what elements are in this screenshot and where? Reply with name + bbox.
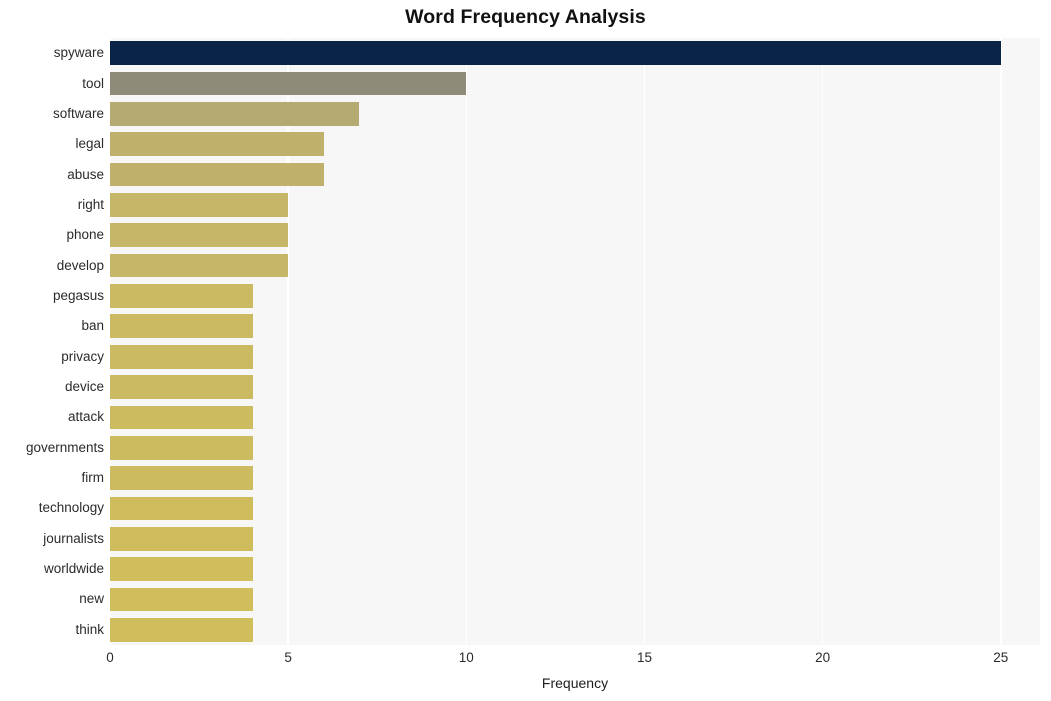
bar-row — [110, 526, 1040, 551]
y-axis-label-technology: technology — [38, 500, 104, 516]
y-axis-label-phone: phone — [66, 227, 104, 243]
bar-phone — [110, 223, 289, 248]
bar-abuse — [110, 162, 324, 187]
y-axis-label-governments: governments — [25, 439, 104, 455]
x-tick-label-10: 10 — [458, 650, 474, 665]
y-axis-label-right: right — [77, 196, 104, 212]
bar-row — [110, 344, 1040, 369]
bar-governments — [110, 435, 253, 460]
y-axis-label-tool: tool — [82, 75, 104, 91]
bar-think — [110, 617, 253, 642]
word-frequency-chart: Word Frequency Analysis spyware tool softw… — [0, 0, 1051, 701]
bar-row — [110, 557, 1040, 581]
bar-row — [110, 41, 1040, 65]
y-axis-label-privacy: privacy — [61, 348, 104, 364]
y-axis-label-new: new — [79, 591, 104, 607]
y-axis-label-develop: develop — [56, 257, 104, 273]
bar-row — [110, 193, 1040, 217]
bar-develop — [110, 253, 289, 278]
y-axis-label-software: software — [52, 105, 104, 121]
x-axis-line — [110, 645, 1040, 646]
bar-device — [110, 375, 253, 399]
bar-legal — [110, 132, 324, 157]
x-tick-label-5: 5 — [284, 650, 292, 665]
bar-row — [110, 314, 1040, 339]
y-axis-label-think: think — [75, 621, 104, 637]
y-axis-label-worldwide: worldwide — [43, 561, 104, 577]
bar-row — [110, 71, 1040, 96]
y-axis-label-abuse: abuse — [67, 166, 104, 182]
bar-row — [110, 587, 1040, 612]
bar-row — [110, 132, 1040, 157]
bar-technology — [110, 496, 253, 521]
bar-row — [110, 223, 1040, 248]
bar-row — [110, 102, 1040, 126]
bar-pegasus — [110, 284, 253, 308]
bar-row — [110, 435, 1040, 460]
bar-worldwide — [110, 557, 253, 581]
bar-right — [110, 193, 289, 217]
y-axis-labels: spyware tool software legal abuse right phone d… — [0, 38, 104, 645]
bar-row — [110, 162, 1040, 187]
x-axis-ticks: 0 5 10 15 20 25 — [0, 650, 1051, 672]
x-axis-title: Frequency — [541, 675, 609, 691]
bar-privacy — [110, 344, 253, 369]
bar-row — [110, 466, 1040, 490]
y-axis-label-firm: firm — [81, 470, 105, 486]
y-axis-label-spyware: spyware — [53, 45, 104, 61]
y-axis-label-device: device — [64, 379, 104, 395]
x-tick-label-20: 20 — [815, 650, 831, 665]
bar-software — [110, 102, 360, 126]
bar-ban — [110, 314, 253, 339]
bar-spyware — [110, 41, 1001, 65]
bar-row — [110, 496, 1040, 521]
bar-tool — [110, 71, 467, 96]
y-axis-label-ban: ban — [81, 318, 104, 334]
bars-layer — [110, 38, 1040, 645]
bar-new — [110, 587, 253, 612]
bar-row — [110, 375, 1040, 399]
plot-area — [110, 38, 1040, 645]
bar-row — [110, 405, 1040, 430]
y-axis-label-journalists: journalists — [43, 530, 104, 546]
bar-attack — [110, 405, 253, 430]
y-axis-label-pegasus: pegasus — [52, 287, 104, 303]
bar-journalists — [110, 526, 253, 551]
x-tick-label-25: 25 — [993, 650, 1009, 665]
bar-row — [110, 617, 1040, 642]
bar-firm — [110, 466, 253, 490]
bar-row — [110, 253, 1040, 278]
y-axis-label-attack: attack — [67, 409, 104, 425]
x-tick-label-15: 15 — [636, 650, 652, 665]
y-axis-label-legal: legal — [75, 136, 104, 152]
chart-title: Word Frequency Analysis — [405, 6, 646, 28]
x-tick-label-0: 0 — [106, 650, 114, 665]
bar-row — [110, 284, 1040, 308]
